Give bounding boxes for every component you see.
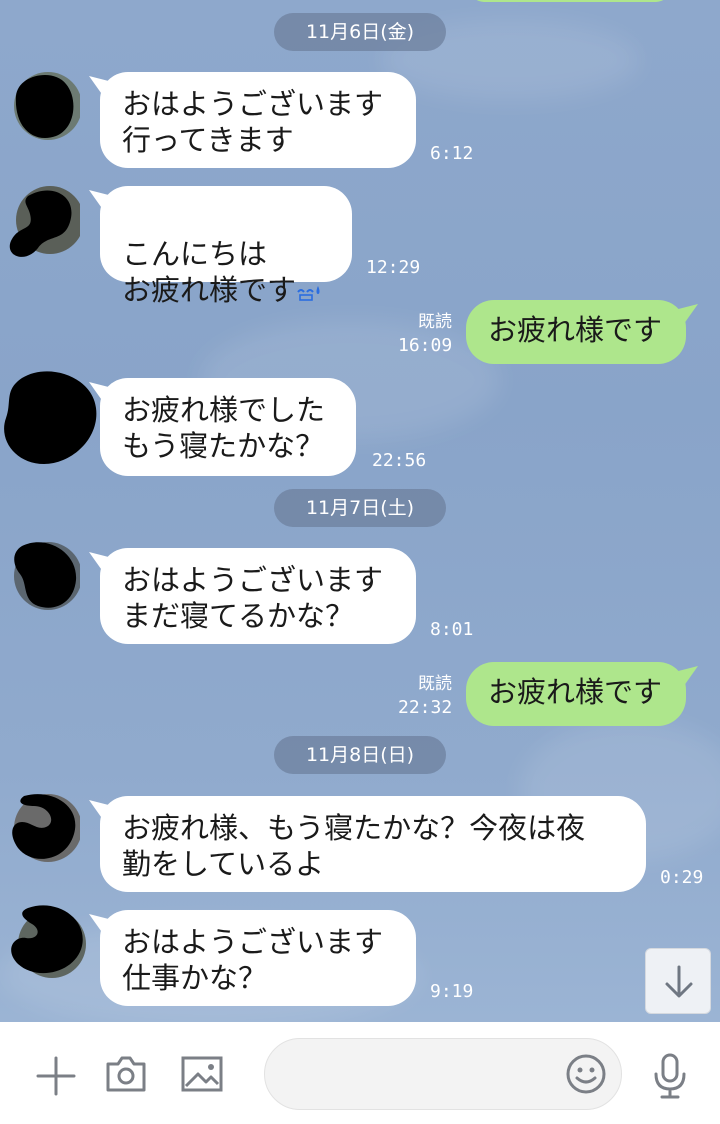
message-bubble[interactable]: こんにちは お疲れ様です bbox=[100, 186, 352, 307]
read-receipt: 既読 bbox=[418, 312, 452, 332]
message-input[interactable] bbox=[264, 1038, 622, 1110]
avatar[interactable] bbox=[8, 70, 80, 142]
message-meta: 既読 22:32 bbox=[398, 673, 452, 719]
chat-area[interactable]: 11月6日(金) おはようございます 行ってきます 6:12 こんにちは お疲れ… bbox=[0, 0, 720, 1022]
message-time: 9:19 bbox=[430, 981, 474, 1002]
message-bubble[interactable]: お疲れ様です bbox=[466, 662, 686, 726]
date-separator: 11月8日(日) bbox=[274, 736, 446, 774]
smiley-icon[interactable] bbox=[565, 1053, 607, 1095]
sweat-smile-emoji-icon bbox=[296, 274, 322, 301]
date-separator: 11月7日(土) bbox=[274, 489, 446, 527]
message-bubble[interactable]: お疲れ様です bbox=[466, 300, 686, 364]
message-bubble[interactable]: おはようございます 仕事かな？ bbox=[100, 910, 416, 1006]
arrow-down-icon bbox=[665, 965, 693, 998]
read-receipt: 既読 bbox=[418, 674, 452, 694]
message-text: こんにちは お疲れ様です bbox=[122, 237, 297, 307]
message-time: 0:29 bbox=[660, 867, 704, 888]
message-time: 12:29 bbox=[366, 257, 421, 278]
message-input-bar bbox=[0, 1022, 720, 1124]
date-separator: 11月6日(金) bbox=[274, 13, 446, 51]
avatar[interactable] bbox=[2, 368, 102, 468]
message-time: 8:01 bbox=[430, 619, 474, 640]
message-time: 22:32 bbox=[398, 697, 453, 718]
message-bubble[interactable]: おはようございます まだ寝てるかな？ bbox=[100, 548, 416, 644]
scroll-to-bottom-button[interactable] bbox=[645, 948, 711, 1014]
microphone-icon[interactable] bbox=[650, 1052, 690, 1100]
avatar[interactable] bbox=[8, 186, 80, 258]
message-bubble[interactable]: お疲れ様でした もう寝たかな？ bbox=[100, 378, 356, 476]
message-time: 16:09 bbox=[398, 335, 453, 356]
avatar[interactable] bbox=[8, 792, 80, 864]
message-bubble[interactable]: お疲れ様、もう寝たかな？今夜は夜 勤をしているよ bbox=[100, 796, 646, 892]
message-bubble[interactable]: おはようございます 行ってきます bbox=[100, 72, 416, 168]
camera-icon[interactable] bbox=[104, 1054, 148, 1094]
image-icon[interactable] bbox=[180, 1054, 224, 1094]
plus-icon[interactable] bbox=[34, 1054, 78, 1098]
avatar[interactable] bbox=[8, 540, 80, 612]
previous-message-bubble[interactable] bbox=[470, 0, 670, 2]
message-meta: 既読 16:09 bbox=[398, 311, 452, 357]
avatar[interactable] bbox=[8, 900, 88, 980]
message-time: 6:12 bbox=[430, 143, 474, 164]
message-time: 22:56 bbox=[372, 450, 427, 471]
